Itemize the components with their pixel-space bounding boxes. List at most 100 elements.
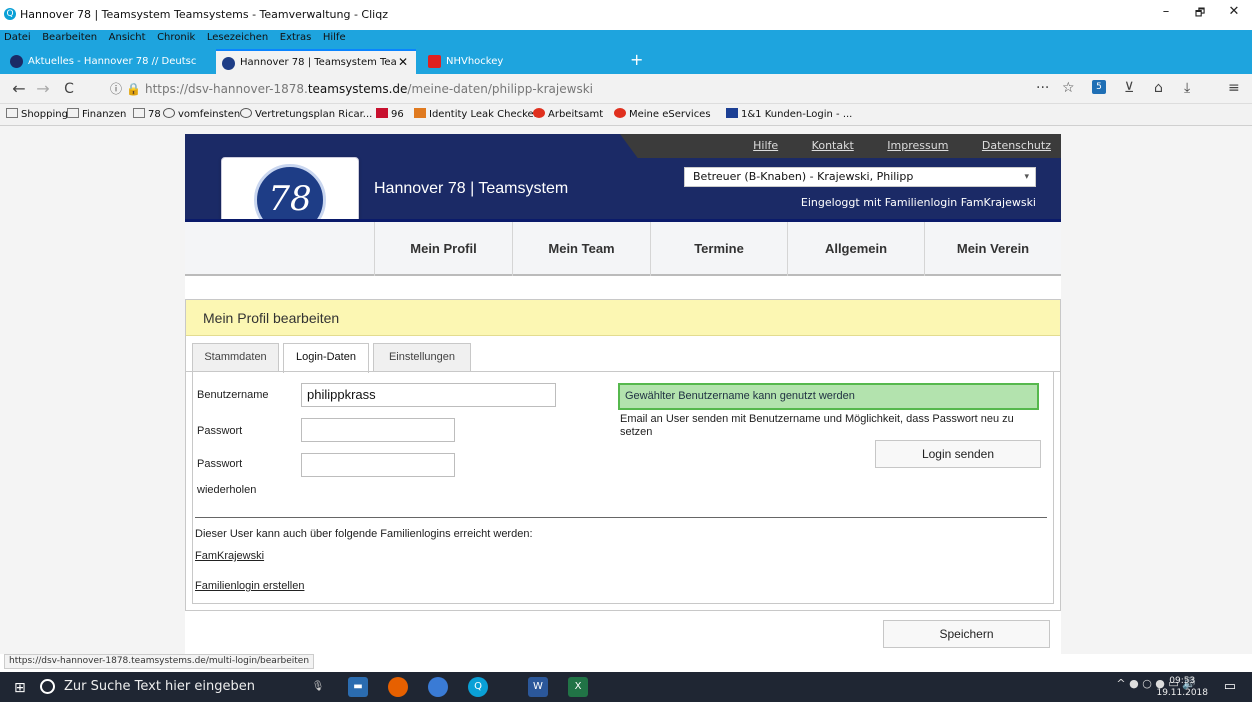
bookmark-1und1[interactable]: 1&1 Kunden-Login - ...	[726, 108, 852, 120]
1und1-icon	[726, 108, 738, 118]
excel-icon[interactable]: X	[568, 677, 588, 697]
link-hilfe[interactable]: Hilfe	[753, 139, 778, 152]
bookmark-label: vomfeinsten	[178, 109, 241, 120]
url-domain: teamsystems.de	[307, 82, 408, 96]
tab-teamsystem[interactable]: Hannover 78 | Teamsystem Tea ✕	[216, 49, 416, 74]
menu-ansicht[interactable]: Ansicht	[105, 31, 150, 43]
hpi-icon	[414, 108, 426, 118]
bookmark-finanzen[interactable]: Finanzen	[67, 108, 126, 120]
cliqz-taskbar-icon[interactable]: Q	[468, 677, 488, 697]
bookmark-96[interactable]: 96	[376, 108, 404, 120]
nav-mein-profil[interactable]: Mein Profil	[374, 222, 512, 276]
url-bar[interactable]: ⓘ 🔒 https://dsv-hannover-1878.teamsystems.…	[110, 78, 990, 100]
bookmark-78[interactable]: 78	[133, 108, 161, 120]
hannover-78-icon	[10, 55, 23, 68]
menu-lesezeichen[interactable]: Lesezeichen	[203, 31, 272, 43]
menu-hilfe[interactable]: Hilfe	[319, 31, 350, 43]
bookmark-arbeitsamt[interactable]: Arbeitsamt	[533, 108, 603, 120]
login-send-button[interactable]: Login senden	[875, 440, 1041, 468]
link-kontakt[interactable]: Kontakt	[812, 139, 854, 152]
globe-icon	[240, 108, 252, 118]
file-explorer-icon[interactable]: ▬	[348, 677, 368, 697]
bookmark-shopping[interactable]: Shopping	[6, 108, 68, 120]
cortana-icon	[40, 679, 55, 694]
folder-icon	[6, 108, 18, 118]
back-button[interactable]: ←	[8, 79, 30, 98]
tab-nhvhockey[interactable]: NHVhockey	[422, 49, 622, 74]
family-login-link[interactable]: FamKrajewski	[195, 550, 264, 562]
bookmark-label: Identity Leak Checker	[429, 109, 538, 120]
tab-label: NHVhockey	[446, 56, 504, 67]
menu-chronik[interactable]: Chronik	[153, 31, 199, 43]
new-tab-button[interactable]: +	[630, 50, 643, 69]
clock-time: 09:53	[1169, 676, 1196, 686]
tab-login-daten[interactable]: Login-Daten	[283, 343, 369, 373]
password-input[interactable]	[301, 418, 455, 442]
windows-start-icon[interactable]: ⊞	[14, 680, 26, 696]
microphone-icon[interactable]: 🎙	[308, 677, 328, 697]
window-title: Hannover 78 | Teamsystem Teamsystems - T…	[20, 8, 388, 21]
extension-badge-icon[interactable]: 5	[1092, 80, 1106, 94]
bookmark-label: Finanzen	[82, 109, 127, 120]
menu-icon[interactable]: ≡	[1228, 80, 1240, 96]
minimize-button[interactable]: –	[1152, 4, 1180, 24]
username-input[interactable]: philippkrass	[301, 383, 556, 407]
bookmarks-bar: Shopping Finanzen 78 vomfeinsten Vertret…	[0, 104, 1252, 126]
bookmark-meine-eservices[interactable]: Meine eServices	[614, 108, 711, 120]
notification-icon[interactable]: ▭	[1224, 679, 1236, 694]
create-family-login-link[interactable]: Familienlogin erstellen	[195, 580, 304, 592]
password-repeat-input[interactable]	[301, 453, 455, 477]
link-impressum[interactable]: Impressum	[887, 139, 948, 152]
library-icon[interactable]: ⊻	[1124, 80, 1134, 96]
word-icon[interactable]: W	[528, 677, 548, 697]
bookmark-vertretungsplan[interactable]: Vertretungsplan Ricar...	[240, 108, 372, 120]
window-title-bar: Q Hannover 78 | Teamsystem Teamsystems -…	[0, 0, 1252, 30]
folder-icon	[67, 108, 79, 118]
role-select[interactable]: Betreuer (B-Knaben) - Krajewski, Philipp…	[684, 167, 1036, 187]
bookmark-label: Vertretungsplan Ricar...	[255, 109, 373, 120]
bookmark-label: 1&1 Kunden-Login - ...	[741, 109, 853, 120]
username-label: Benutzername	[197, 389, 269, 401]
nav-allgemein[interactable]: Allgemein	[787, 222, 924, 276]
maximize-button[interactable]: 🗗	[1186, 4, 1214, 24]
bookmark-vomfeinsten[interactable]: vomfeinsten	[163, 108, 240, 120]
thunderbird-icon[interactable]	[428, 677, 448, 697]
tab-stammdaten[interactable]: Stammdaten	[192, 343, 279, 371]
bookmark-identity-leak[interactable]: Identity Leak Checker	[414, 108, 538, 120]
menu-datei[interactable]: Datei	[0, 31, 35, 43]
save-button[interactable]: Speichern	[883, 620, 1050, 648]
password-repeat-label: Passwort	[197, 458, 243, 470]
close-window-button[interactable]: ✕	[1220, 4, 1248, 24]
panel-heading: Mein Profil bearbeiten	[186, 300, 1060, 336]
tab-label: Hannover 78 | Teamsystem Tea	[240, 57, 397, 68]
cliqz-icon: Q	[4, 8, 16, 20]
home-icon[interactable]: ⌂	[1154, 80, 1163, 96]
lock-icon: 🔒	[126, 82, 141, 96]
nav-mein-verein[interactable]: Mein Verein	[924, 222, 1061, 276]
site-title: Hannover 78 | Teamsystem	[374, 180, 569, 197]
close-tab-icon[interactable]: ✕	[398, 51, 408, 74]
clock[interactable]: 09:53 19.11.2018	[1156, 675, 1208, 699]
password-repeat-label-2: wiederholen	[197, 484, 257, 496]
download-icon[interactable]: ⤓	[1184, 80, 1190, 96]
username-available-message: Gewählter Benutzername kann genutzt werd…	[618, 383, 1039, 410]
info-icon: ⓘ	[110, 82, 123, 96]
nav-mein-team[interactable]: Mein Team	[512, 222, 650, 276]
bookmark-star-icon[interactable]: ☆	[1062, 80, 1075, 96]
firefox-icon[interactable]	[388, 677, 408, 697]
teamsystem-icon	[222, 57, 235, 70]
arbeitsagentur-icon	[533, 108, 545, 118]
menu-bearbeiten[interactable]: Bearbeiten	[38, 31, 101, 43]
email-info-text: Email an User senden mit Benutzername un…	[620, 413, 1014, 438]
page-actions-icon[interactable]: ···	[1036, 80, 1049, 96]
status-url: https://dsv-hannover-1878.teamsystems.de…	[4, 654, 315, 669]
reload-button[interactable]: C	[58, 81, 80, 97]
tab-einstellungen[interactable]: Einstellungen	[373, 343, 471, 371]
forward-button[interactable]: →	[32, 79, 54, 98]
main-navigation: Mein Profil Mein Team Termine Allgemein …	[185, 219, 1061, 276]
tab-aktuelles[interactable]: Aktuelles - Hannover 78 // Deutsc	[4, 49, 204, 74]
96-icon	[376, 108, 388, 118]
menu-extras[interactable]: Extras	[276, 31, 316, 43]
nav-termine[interactable]: Termine	[650, 222, 787, 276]
link-datenschutz[interactable]: Datenschutz	[982, 139, 1051, 152]
